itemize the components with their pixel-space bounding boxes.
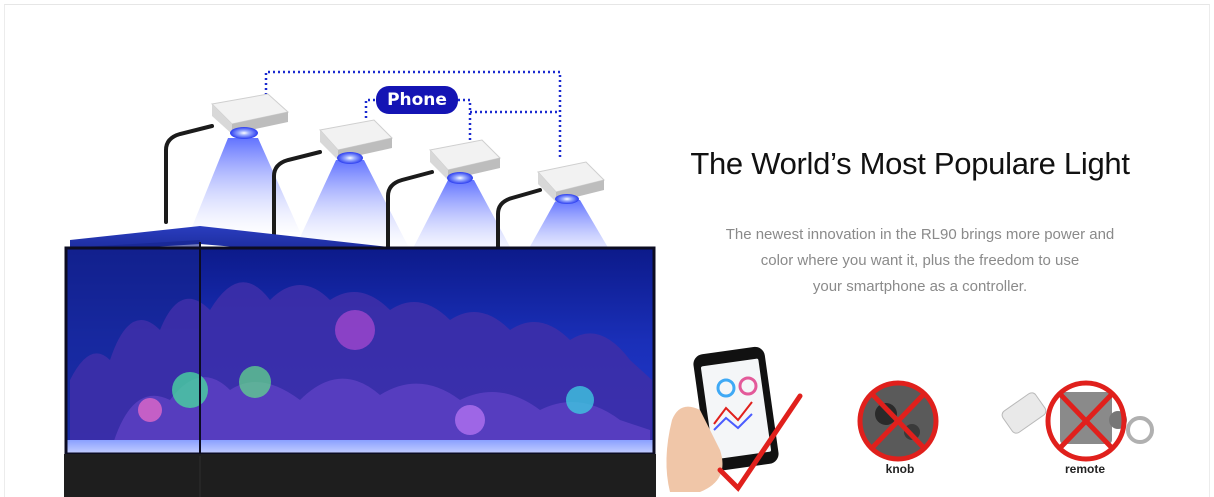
- description: The newest innovation in the RL90 brings…: [690, 222, 1150, 300]
- knob-crossed-icon: [857, 380, 939, 462]
- led-fixture-2: [319, 119, 393, 164]
- description-line-2: color where you want it, plus the freedo…: [760, 252, 1080, 269]
- headline: The World’s Most Populare Light: [690, 146, 1130, 181]
- knob-label: knob: [885, 462, 915, 476]
- phone-controller: [666, 346, 803, 492]
- led-fixture-4: [537, 161, 605, 204]
- phone-badge-label: Phone: [387, 90, 447, 110]
- aquarium-tank: [64, 226, 656, 456]
- led-fixture-1: [210, 93, 290, 139]
- description-line-3: your smartphone as a controller.: [812, 278, 1028, 295]
- led-fixture-3: [429, 139, 501, 184]
- aquarium-cabinet: [64, 454, 656, 497]
- remote-crossed-icon: [1001, 380, 1154, 462]
- description-line-1: The newest innovation in the RL90 brings…: [725, 226, 1115, 243]
- remote-label: remote: [1064, 462, 1105, 476]
